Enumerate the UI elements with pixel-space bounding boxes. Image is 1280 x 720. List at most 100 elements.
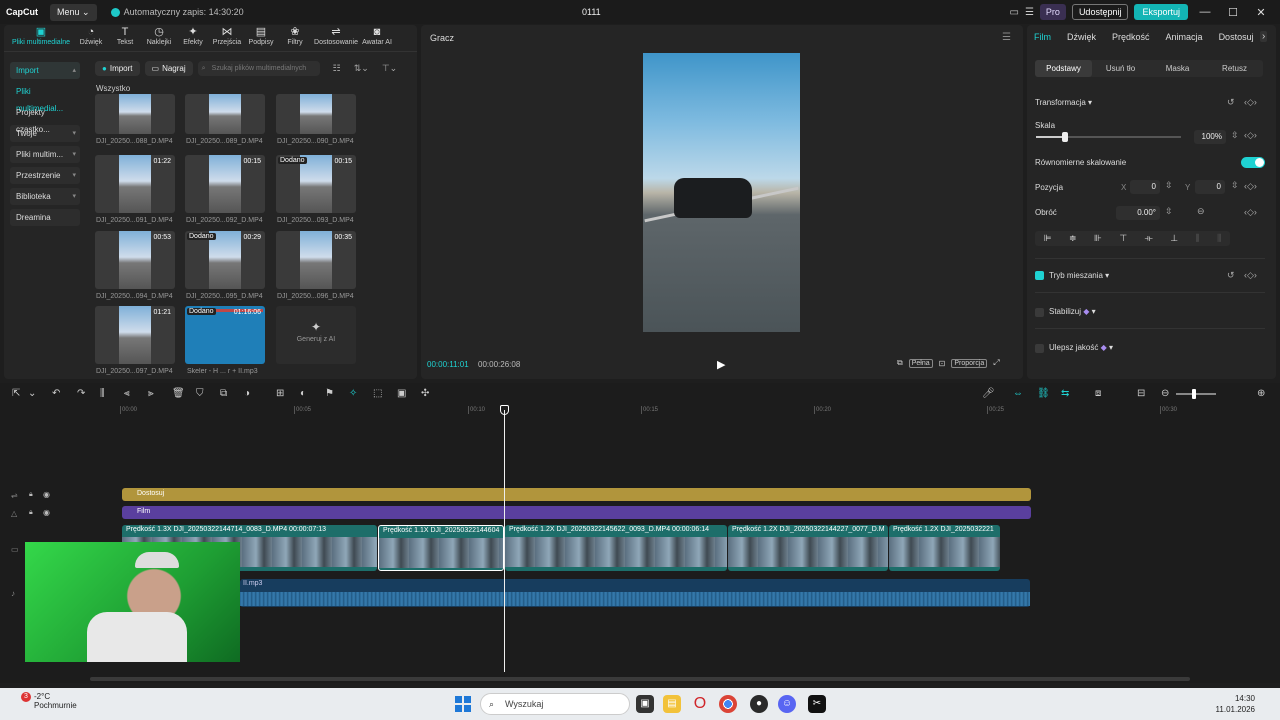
props-tab-2[interactable]: Prędkość [1112,32,1150,42]
sidebar-item-2[interactable]: Projekty cząstko... [10,104,80,134]
record-button[interactable]: ▭ Nagraj [144,61,193,76]
sidebar-item-5[interactable]: Przestrzenie ▾ [10,167,80,184]
align-center-h-icon[interactable]: ≑ [1069,233,1077,244]
tab-captions[interactable]: ▤ Podpisy [244,26,278,50]
filter-icon[interactable]: ⊤⌄ [382,63,397,74]
rotate-stepper[interactable]: ⇳ [1165,206,1173,217]
subtab-1[interactable]: Usuń tło [1092,60,1149,77]
caption-icon[interactable]: ⊟ [1137,388,1145,399]
microphone-icon[interactable]: 🎤︎ [982,388,995,399]
zoom-out-icon[interactable]: ⊖ [1161,388,1169,399]
taskbar-search[interactable]: Wyszukaj [480,693,630,715]
windows-start-icon[interactable] [455,696,471,712]
tab-filters[interactable]: ❀ Filtry [278,26,312,50]
video-clip[interactable]: Prędkość 1.2X DJI_20250322144227_0077_D.… [728,525,888,571]
enhance-header[interactable]: Ulepsz jakość ◆ ▾ [1049,343,1113,352]
rotate-keyframe-icon[interactable]: ‹◇› [1244,207,1257,218]
undo-icon[interactable]: ↶ [52,388,60,399]
tab-transitions[interactable]: ⋈ Przejścia [210,26,244,50]
aspect-ratio-button[interactable]: Proporcja [951,358,988,368]
align-center-v-icon[interactable]: ⟛ [1145,233,1153,244]
subtab-3[interactable]: Retusz [1206,60,1263,77]
stabilize-header[interactable]: Stabilizuj ◆ ▾ [1049,307,1096,316]
sidebar-item-4[interactable]: Pliki multim... ▾ [10,146,80,163]
video-preview[interactable] [643,53,800,332]
generate-ai-button[interactable]: ✦ Generuj z AI [276,306,356,364]
media-thumbnail[interactable]: 00:35 [276,231,356,289]
pos-y-stepper[interactable]: ⇳ [1231,180,1239,191]
lock-icon[interactable]: 🔒︎ [29,491,33,499]
media-thumbnail[interactable]: 01:21 [95,306,175,364]
preview-axis-icon[interactable]: ⧈ [1095,388,1101,399]
tab-adjust[interactable]: ⇌ Dostosowanie [312,26,360,50]
tab-text[interactable]: T Tekst [108,26,142,50]
split-right-icon[interactable]: ⫸ [148,388,154,399]
keyframe-icon[interactable]: ‹◇› [1244,97,1257,108]
props-tab-4[interactable]: Dostosuj [1219,32,1254,42]
crop-icon[interactable]: ⊡ [939,359,946,368]
close-button[interactable]: ✕ [1250,6,1272,19]
weather-widget[interactable]: -2°C Pochmurnie [8,692,77,710]
tab-avatar[interactable]: ◙ Awatar AI [360,26,394,50]
props-tab-1[interactable]: Dźwięk [1067,32,1096,42]
settings-menu-icon[interactable]: ☰ [1025,7,1034,18]
import-button[interactable]: ● Import [95,61,140,76]
sidebar-item-0[interactable]: Import ▴ [10,62,80,79]
zoom-slider-knob[interactable] [1192,389,1196,399]
grid-view-icon[interactable]: ☷ [333,63,341,74]
media-thumbnail[interactable]: 00:53 [95,231,175,289]
fullscreen-icon[interactable]: ⤢ [993,358,999,368]
scale-keyframe-icon[interactable]: ‹◇› [1244,130,1257,141]
subtab-2[interactable]: Maska [1149,60,1206,77]
full-quality-button[interactable]: Pełna [908,358,933,368]
tab-sticker[interactable]: ◷ Naklejki [142,26,176,50]
timeline-scrollbar[interactable] [90,677,1190,681]
magnet-icon[interactable]: ⛓ [1037,388,1050,399]
pos-y-input[interactable]: 0 [1195,180,1225,194]
blend-mode-header[interactable]: Tryb mieszania ▾ [1049,271,1109,280]
transform-header[interactable]: Transformacja ▾ [1035,98,1092,107]
stabilize-checkbox[interactable] [1035,308,1044,317]
sidebar-item-1[interactable]: Pliki multimedial... [10,83,80,113]
task-view-icon[interactable]: ▣ [636,695,654,713]
reset-blend-icon[interactable]: ↺ [1227,270,1235,281]
minimize-button[interactable]: — [1194,6,1216,18]
media-thumbnail[interactable] [185,94,265,134]
scale-slider-knob[interactable] [1062,132,1068,142]
scale-stepper[interactable]: ⇳ [1231,130,1239,141]
rotate-dial-icon[interactable]: ⊖ [1197,206,1205,217]
menu-button[interactable]: Menu ⌄ [50,3,97,21]
export-button[interactable]: Eksportuj [1134,4,1188,20]
enhance-checkbox[interactable] [1035,344,1044,353]
discord-icon[interactable]: ☺ [778,695,796,713]
position-keyframe-icon[interactable]: ‹◇› [1244,181,1257,192]
blend-checkbox[interactable] [1035,271,1044,280]
align-left-icon[interactable]: ⊫ [1044,233,1052,244]
marker-icon[interactable]: ⛉ [196,388,204,399]
delete-icon[interactable]: 🗑︎ [172,388,185,399]
tab-effects[interactable]: ✦ Efekty [176,26,210,50]
color-icon[interactable]: ⚑ [325,388,334,399]
select-icon[interactable]: ⇱ [12,388,20,399]
playhead-handle[interactable] [500,405,509,415]
mirror-icon[interactable]: ◐ [300,388,306,399]
zoom-slider[interactable] [1176,389,1216,399]
video-clip[interactable]: Prędkość 1.2X DJI_2025032221 [889,525,1000,571]
file-explorer-icon[interactable]: ▤ [663,695,681,713]
align-right-icon[interactable]: ⊪ [1094,233,1102,244]
snap-icon[interactable]: ⇆ [1061,388,1069,399]
adjust-track[interactable]: Dostosuj [122,488,1031,501]
pos-x-stepper[interactable]: ⇳ [1165,180,1173,191]
media-thumbnail[interactable]: 01:16:06 Dodano [185,306,265,364]
film-track[interactable]: Film [122,506,1031,519]
distribute-h-icon[interactable]: ⫼ [1196,233,1200,244]
share-button[interactable]: Udostępnij [1071,4,1129,20]
sort-icon[interactable]: ⇅⌄ [354,63,369,74]
pro-badge[interactable]: Pro [1039,4,1066,20]
media-thumbnail[interactable]: 00:29 Dodano [185,231,265,289]
reset-transform-icon[interactable]: ↺ [1227,97,1235,108]
visibility-icon[interactable]: ◉ [43,508,50,517]
layout-icon[interactable]: ▭ [1010,7,1019,18]
sidebar-item-6[interactable]: Biblioteka ▾ [10,188,80,205]
opera-icon[interactable]: O [691,695,709,713]
